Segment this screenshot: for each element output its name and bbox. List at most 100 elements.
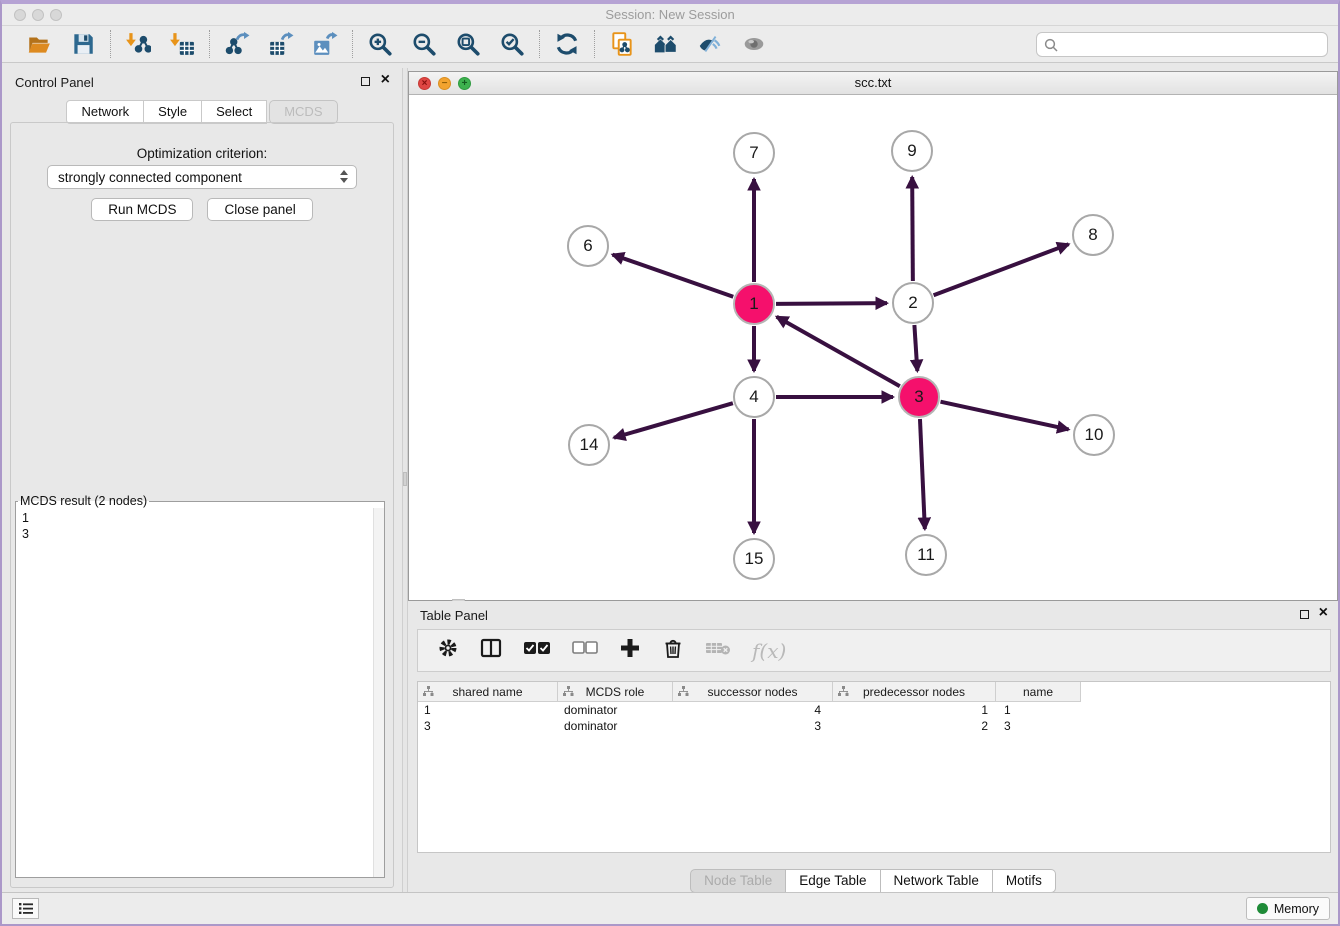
- create-column-icon[interactable]: [619, 637, 641, 664]
- table-tabs: Node TableEdge TableNetwork TableMotifs: [408, 869, 1338, 893]
- os-titlebar: Session: New Session: [2, 4, 1338, 26]
- table-row[interactable]: 3dominator323: [418, 718, 1330, 734]
- column-header-MCDS-role[interactable]: MCDS role: [558, 682, 673, 702]
- select-all-columns-icon[interactable]: [523, 639, 551, 662]
- zoom-fit-icon[interactable]: [455, 31, 481, 57]
- graph-node-7[interactable]: 7: [733, 132, 775, 174]
- unselect-all-columns-icon[interactable]: [572, 640, 598, 661]
- splitter-grip[interactable]: [403, 472, 407, 486]
- cell[interactable]: 3: [673, 718, 833, 734]
- cell[interactable]: 4: [673, 702, 833, 718]
- tab-node-table[interactable]: Node Table: [690, 869, 786, 893]
- open-session-icon[interactable]: [26, 31, 52, 57]
- delete-table-icon: [705, 639, 731, 662]
- search-box[interactable]: [1036, 32, 1328, 57]
- save-session-icon[interactable]: [70, 31, 96, 57]
- hide-selected-icon[interactable]: [697, 31, 723, 57]
- edge-2-9[interactable]: [912, 177, 913, 281]
- edge-4-14[interactable]: [614, 403, 733, 438]
- graph-node-8[interactable]: 8: [1072, 214, 1114, 256]
- import-network-icon[interactable]: [125, 31, 151, 57]
- cell[interactable]: 1: [996, 702, 1081, 718]
- export-image-icon[interactable]: [312, 31, 338, 57]
- graph-node-1[interactable]: 1: [733, 283, 775, 325]
- zoom-selected-icon[interactable]: [499, 31, 525, 57]
- network-canvas[interactable]: 7 9 6 8 1 2 4 3 14 10 15 11: [409, 95, 1337, 600]
- edge-3-10[interactable]: [940, 402, 1068, 430]
- memory-button[interactable]: Memory: [1246, 897, 1330, 920]
- import-table-icon[interactable]: [169, 31, 195, 57]
- cell[interactable]: 1: [833, 702, 996, 718]
- mcds-result-scrollbar[interactable]: [373, 508, 384, 877]
- tab-select[interactable]: Select: [202, 100, 267, 124]
- tab-mcds[interactable]: MCDS: [269, 100, 337, 124]
- cell[interactable]: 2: [833, 718, 996, 734]
- search-input[interactable]: [1063, 35, 1327, 55]
- task-history-button[interactable]: [12, 898, 39, 919]
- edges-layer: [409, 95, 1337, 600]
- edge-2-3[interactable]: [914, 325, 917, 371]
- graph-node-10[interactable]: 10: [1073, 414, 1115, 456]
- edge-2-8[interactable]: [934, 244, 1069, 295]
- network-window-titlebar[interactable]: × − + scc.txt: [409, 72, 1337, 95]
- graph-node-4[interactable]: 4: [733, 376, 775, 418]
- column-settings-icon[interactable]: [437, 637, 459, 664]
- zoom-in-icon[interactable]: [367, 31, 393, 57]
- mcds-result-title: MCDS result (2 nodes): [18, 494, 149, 508]
- clone-network-icon[interactable]: [609, 31, 635, 57]
- first-neighbors-icon[interactable]: [653, 31, 679, 57]
- toggle-panel-mode-icon[interactable]: [480, 637, 502, 664]
- graph-node-6[interactable]: 6: [567, 225, 609, 267]
- graph-node-15[interactable]: 15: [733, 538, 775, 580]
- graph-node-11[interactable]: 11: [905, 534, 947, 576]
- column-header-name[interactable]: name: [996, 682, 1081, 702]
- show-all-icon[interactable]: [741, 31, 767, 57]
- cell[interactable]: dominator: [558, 702, 673, 718]
- export-table-icon[interactable]: [268, 31, 294, 57]
- optimization-criterion-label: Optimization criterion:: [11, 146, 393, 161]
- table-row[interactable]: 1dominator411: [418, 702, 1330, 718]
- column-header-predecessor-nodes[interactable]: predecessor nodes: [833, 682, 996, 702]
- delete-columns-icon[interactable]: [662, 637, 684, 664]
- control-panel-float-icon[interactable]: [361, 77, 370, 86]
- control-panel-close-icon[interactable]: ×: [381, 71, 390, 89]
- mcds-result-text: 1 3: [16, 508, 373, 877]
- graph-node-9[interactable]: 9: [891, 130, 933, 172]
- application-window: Session: New Session: [0, 0, 1340, 926]
- table-panel-title: Table Panel: [420, 608, 488, 623]
- apply-layout-icon[interactable]: [554, 31, 580, 57]
- column-header-shared-name[interactable]: shared name: [418, 682, 558, 702]
- tab-network-table[interactable]: Network Table: [881, 869, 993, 893]
- edge-3-11[interactable]: [920, 419, 925, 529]
- criterion-value: strongly connected component: [58, 170, 242, 185]
- criterion-select[interactable]: strongly connected component: [47, 165, 357, 189]
- table-rows: 1dominator4113dominator323: [418, 702, 1330, 734]
- graph-node-2[interactable]: 2: [892, 282, 934, 324]
- tab-network[interactable]: Network: [66, 100, 144, 124]
- column-header-successor-nodes[interactable]: successor nodes: [673, 682, 833, 702]
- cell[interactable]: dominator: [558, 718, 673, 734]
- edge-1-6[interactable]: [613, 255, 734, 297]
- export-network-icon[interactable]: [224, 31, 250, 57]
- cell[interactable]: 3: [418, 718, 558, 734]
- node-table: shared nameMCDS rolesuccessor nodesprede…: [417, 681, 1331, 853]
- close-panel-button[interactable]: Close panel: [207, 198, 312, 221]
- control-panel-title: Control Panel: [15, 75, 94, 90]
- run-mcds-button[interactable]: Run MCDS: [91, 198, 193, 221]
- cell[interactable]: 3: [996, 718, 1081, 734]
- combo-stepper-icon: [340, 170, 348, 183]
- tab-style[interactable]: Style: [144, 100, 202, 124]
- zoom-out-icon[interactable]: [411, 31, 437, 57]
- table-panel-close-icon[interactable]: ×: [1319, 604, 1328, 622]
- status-bar: Memory: [2, 892, 1338, 924]
- edge-3-1[interactable]: [777, 317, 900, 386]
- tab-motifs[interactable]: Motifs: [993, 869, 1056, 893]
- table-toolbar: f(x): [417, 629, 1331, 672]
- memory-label: Memory: [1274, 902, 1319, 916]
- graph-node-14[interactable]: 14: [568, 424, 610, 466]
- edge-1-2[interactable]: [776, 303, 887, 304]
- graph-node-3[interactable]: 3: [898, 376, 940, 418]
- cell[interactable]: 1: [418, 702, 558, 718]
- tab-edge-table[interactable]: Edge Table: [786, 869, 880, 893]
- table-panel-float-icon[interactable]: [1300, 610, 1309, 619]
